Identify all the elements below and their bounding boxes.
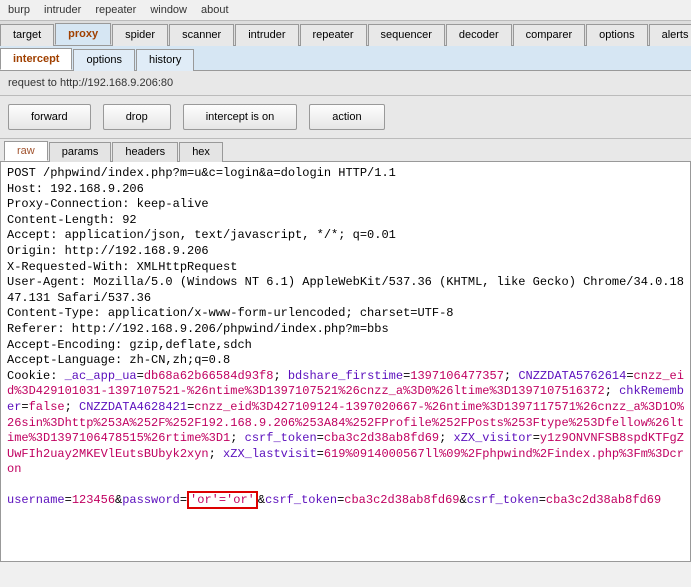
body-sep: &: [460, 493, 467, 507]
cookie-sep: ;: [504, 369, 518, 383]
body-username-key: username: [7, 493, 65, 507]
drop-button[interactable]: drop: [103, 104, 171, 130]
body-password-key: password: [122, 493, 180, 507]
http-xrw: X-Requested-With: XMLHttpRequest: [7, 260, 237, 274]
raw-request-editor[interactable]: POST /phpwind/index.php?m=u&c=login&a=do…: [0, 162, 691, 562]
http-proxy-conn: Proxy-Connection: keep-alive: [7, 197, 209, 211]
tab-options[interactable]: options: [586, 24, 647, 46]
http-origin: Origin: http://192.168.9.206: [7, 244, 209, 258]
cookie-sep: ;: [230, 431, 244, 445]
tab-sequencer[interactable]: sequencer: [368, 24, 445, 46]
cookie-csrf-val: cba3c2d38ab8fd69: [324, 431, 439, 445]
tab-repeater[interactable]: repeater: [300, 24, 367, 46]
cookie-bdshare-key: bdshare_firstime: [288, 369, 403, 383]
menu-bar: burp intruder repeater window about: [0, 0, 691, 21]
tab-alerts[interactable]: alerts: [649, 24, 691, 46]
cookie-cnzz1-key: CNZZDATA5762614: [518, 369, 626, 383]
viewtab-raw[interactable]: raw: [4, 141, 48, 161]
body-csrf2-val: cba3c2d38ab8fd69: [546, 493, 661, 507]
cookie-sep: ;: [439, 431, 453, 445]
viewtab-hex[interactable]: hex: [179, 142, 223, 162]
cookie-chk-val: false: [29, 400, 65, 414]
http-user-agent: User-Agent: Mozilla/5.0 (Windows NT 6.1)…: [7, 275, 684, 305]
menu-intruder[interactable]: intruder: [44, 4, 81, 16]
cookie-xzxv-key: xZX_visitor: [454, 431, 533, 445]
cookie-sep: ;: [605, 384, 619, 398]
tab-target[interactable]: target: [0, 24, 54, 46]
http-accept-language: Accept-Language: zh-CN,zh;q=0.8: [7, 353, 230, 367]
cookie-ac-app-ua-val: db68a62b66584d93f8: [144, 369, 274, 383]
menu-window[interactable]: window: [150, 4, 187, 16]
subtab-history[interactable]: history: [136, 49, 194, 71]
http-accept: Accept: application/json, text/javascrip…: [7, 228, 396, 242]
body-csrf2-key: csrf_token: [467, 493, 539, 507]
viewtab-params[interactable]: params: [49, 142, 112, 162]
http-content-length: Content-Length: 92: [7, 213, 137, 227]
cookie-sep: ;: [209, 447, 223, 461]
forward-button[interactable]: forward: [8, 104, 91, 130]
body-sep: &: [258, 493, 265, 507]
menu-repeater[interactable]: repeater: [95, 4, 136, 16]
intercept-toggle-button[interactable]: intercept is on: [183, 104, 297, 130]
body-username-val: 123456: [72, 493, 115, 507]
tab-decoder[interactable]: decoder: [446, 24, 512, 46]
http-content-type: Content-Type: application/x-www-form-url…: [7, 306, 453, 320]
http-referer: Referer: http://192.168.9.206/phpwind/in…: [7, 322, 389, 336]
cookie-label: Cookie:: [7, 369, 65, 383]
viewtab-headers[interactable]: headers: [112, 142, 178, 162]
cookie-ac-app-ua-key: _ac_app_ua: [65, 369, 137, 383]
cookie-sep: ;: [273, 369, 287, 383]
http-host: Host: 192.168.9.206: [7, 182, 144, 196]
menu-about[interactable]: about: [201, 4, 229, 16]
action-button[interactable]: action: [309, 104, 384, 130]
main-tab-bar: target proxy spider scanner intruder rep…: [0, 21, 691, 46]
request-line: request to http://192.168.9.206:80: [0, 71, 691, 96]
body-password-val: 'or'='or': [190, 493, 255, 507]
cookie-bdshare-val: 1397106477357: [410, 369, 504, 383]
proxy-sub-tab-bar: intercept options history: [0, 46, 691, 71]
subtab-options[interactable]: options: [73, 49, 134, 71]
view-tab-bar: raw params headers hex: [0, 139, 691, 162]
button-row: forward drop intercept is on action: [0, 96, 691, 139]
tab-spider[interactable]: spider: [112, 24, 168, 46]
body-csrf1-key: csrf_token: [265, 493, 337, 507]
tab-scanner[interactable]: scanner: [169, 24, 234, 46]
tab-proxy[interactable]: proxy: [55, 23, 111, 45]
cookie-xzxl-key: xZX_lastvisit: [223, 447, 317, 461]
body-csrf1-val: cba3c2d38ab8fd69: [344, 493, 459, 507]
http-accept-encoding: Accept-Encoding: gzip,deflate,sdch: [7, 338, 252, 352]
cookie-csrf-key: csrf_token: [245, 431, 317, 445]
menu-burp[interactable]: burp: [8, 4, 30, 16]
cookie-cnzz2-key: CNZZDATA4628421: [79, 400, 187, 414]
cookie-sep: ;: [65, 400, 79, 414]
tab-comparer[interactable]: comparer: [513, 24, 585, 46]
http-request-line: POST /phpwind/index.php?m=u&c=login&a=do…: [7, 166, 396, 180]
subtab-intercept[interactable]: intercept: [0, 48, 72, 70]
tab-intruder[interactable]: intruder: [235, 24, 298, 46]
sql-injection-highlight: 'or'='or': [187, 491, 258, 509]
